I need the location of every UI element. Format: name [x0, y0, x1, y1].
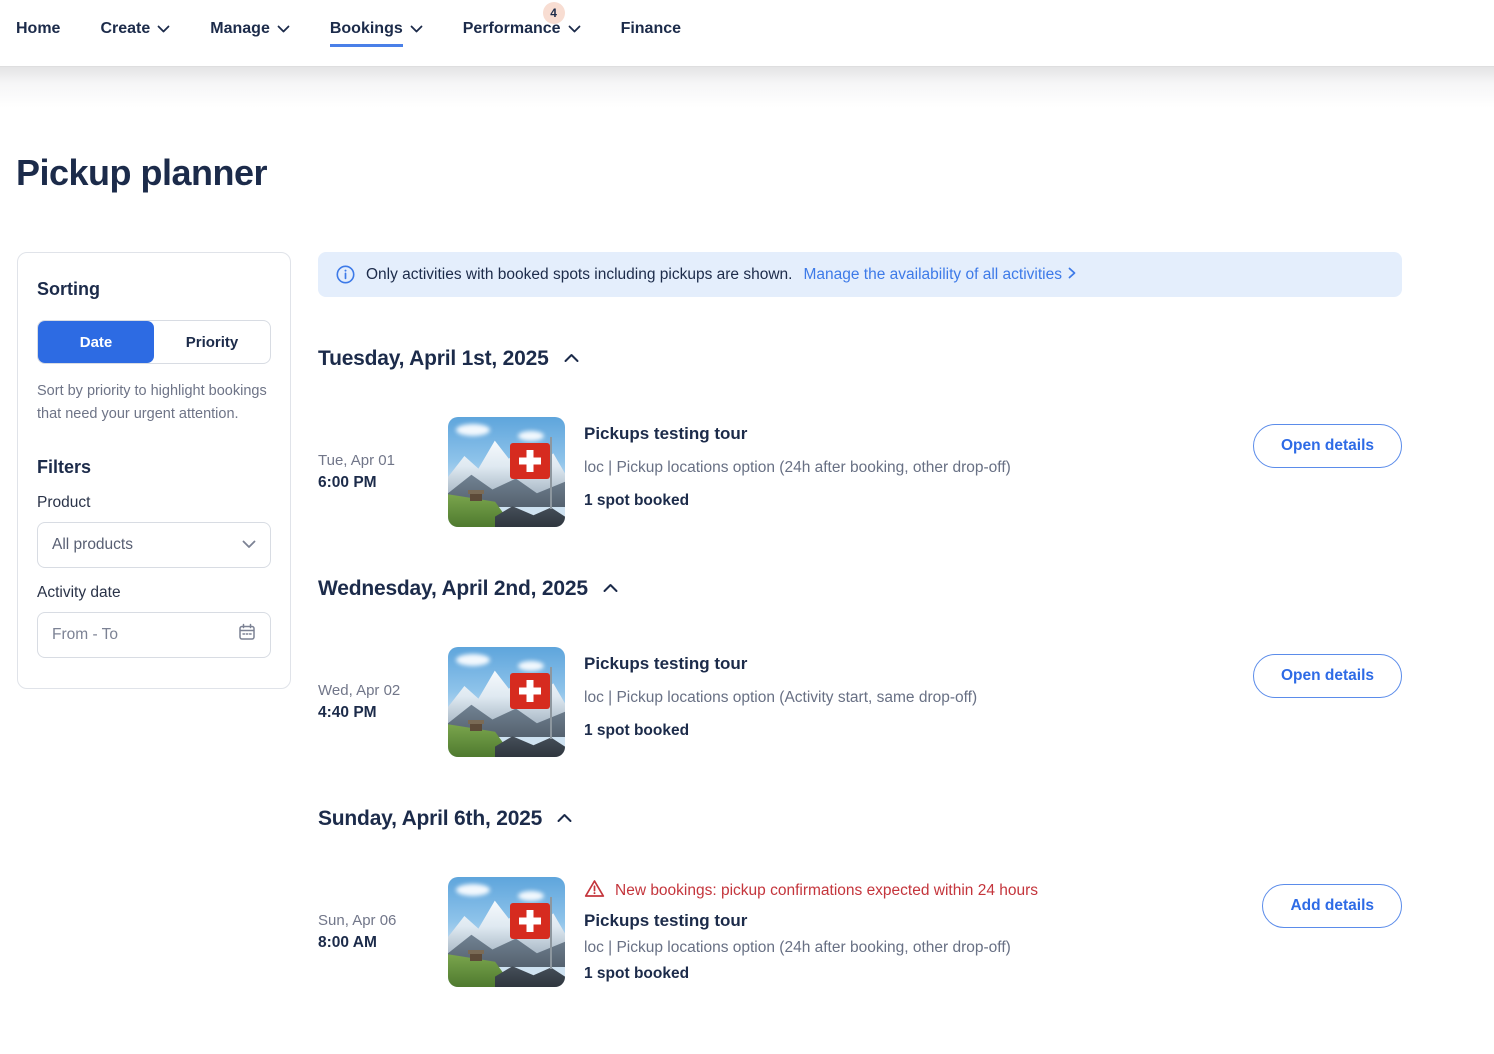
nav-item-create[interactable]: Create — [100, 20, 170, 47]
booking-datetime: Sun, Apr 06 8:00 AM — [318, 912, 448, 952]
product-filter-label: Product — [37, 494, 271, 512]
warning-text: New bookings: pickup confirmations expec… — [615, 882, 1038, 900]
booking-day: Tue, Apr 01 — [318, 452, 448, 469]
sort-by-priority-button[interactable]: Priority — [154, 321, 270, 363]
chevron-down-icon — [277, 24, 290, 42]
top-nav: Home Create Manage Bookings 4 Performanc… — [0, 0, 1494, 66]
product-select[interactable]: All products — [37, 522, 271, 568]
nav-item-label: Finance — [621, 20, 681, 47]
spots-booked: 1 spot booked — [584, 492, 1011, 510]
warning-triangle-icon — [584, 879, 605, 903]
banner-text: Only activities with booked spots includ… — [366, 266, 792, 284]
page-title: Pickup planner — [16, 152, 1494, 194]
section-date-heading: Tuesday, April 1st, 2025 — [318, 347, 549, 371]
activity-thumbnail — [448, 417, 565, 527]
info-icon — [336, 265, 355, 284]
activity-title: Pickups testing tour — [584, 424, 1011, 444]
section-date-heading: Sunday, April 6th, 2025 — [318, 807, 542, 831]
nav-item-manage[interactable]: Manage — [210, 20, 290, 47]
booking-day: Wed, Apr 02 — [318, 682, 448, 699]
info-banner: Only activities with booked spots includ… — [318, 252, 1402, 297]
section-date-heading: Wednesday, April 2nd, 2025 — [318, 577, 588, 601]
chevron-down-icon — [157, 24, 170, 42]
day-section-apr-6: Sunday, April 6th, 2025 Sun, Apr 06 8:00… — [318, 807, 1402, 987]
chevron-up-icon[interactable] — [564, 350, 579, 368]
nav-item-performance[interactable]: 4 Performance — [463, 20, 581, 47]
nav-item-home[interactable]: Home — [16, 20, 60, 47]
swiss-flag — [510, 443, 550, 479]
nav-item-label: Home — [16, 20, 60, 47]
activity-title: Pickups testing tour — [584, 654, 977, 674]
nav-item-label: Create — [100, 20, 150, 47]
day-section-apr-2: Wednesday, April 2nd, 2025 Wed, Apr 02 4… — [318, 577, 1402, 757]
date-range-input[interactable] — [52, 626, 222, 644]
nav-item-bookings[interactable]: Bookings — [330, 20, 423, 47]
pickup-option-description: loc | Pickup locations option (24h after… — [584, 939, 1038, 957]
booking-datetime: Wed, Apr 02 4:40 PM — [318, 682, 448, 722]
pickup-option-description: loc | Pickup locations option (24h after… — [584, 459, 1011, 477]
booking-details: Pickups testing tour loc | Pickup locati… — [584, 417, 1011, 527]
section-header[interactable]: Sunday, April 6th, 2025 — [318, 807, 1402, 831]
booking-datetime: Tue, Apr 01 6:00 PM — [318, 452, 448, 492]
booking-action: Open details — [1253, 647, 1402, 757]
booking-row: Tue, Apr 01 6:00 PM Pickups testing tour… — [318, 417, 1402, 527]
day-section-apr-1: Tuesday, April 1st, 2025 Tue, Apr 01 6:0… — [318, 347, 1402, 527]
chevron-down-icon — [242, 536, 256, 554]
chevron-up-icon[interactable] — [603, 580, 618, 598]
section-header[interactable]: Wednesday, April 2nd, 2025 — [318, 577, 1402, 601]
activity-title: Pickups testing tour — [584, 911, 1038, 931]
booking-action: Open details — [1253, 417, 1402, 527]
section-header[interactable]: Tuesday, April 1st, 2025 — [318, 347, 1402, 371]
date-range-field[interactable] — [37, 612, 271, 658]
open-details-button[interactable]: Open details — [1253, 654, 1402, 698]
booking-day: Sun, Apr 06 — [318, 912, 448, 929]
booking-row: Sun, Apr 06 8:00 AM New bookings: pickup… — [318, 877, 1402, 987]
booking-details: New bookings: pickup confirmations expec… — [584, 877, 1038, 987]
add-details-button[interactable]: Add details — [1262, 884, 1402, 928]
activity-date-label: Activity date — [37, 584, 271, 602]
filters-title: Filters — [37, 457, 271, 478]
filters-sidebar: Sorting Date Priority Sort by priority t… — [17, 252, 291, 689]
chevron-right-icon — [1068, 266, 1076, 284]
nav-item-label: Performance — [463, 20, 561, 47]
booking-details: Pickups testing tour loc | Pickup locati… — [584, 647, 977, 757]
open-details-button[interactable]: Open details — [1253, 424, 1402, 468]
manage-availability-link[interactable]: Manage the availability of all activitie… — [803, 266, 1075, 284]
swiss-flag — [510, 673, 550, 709]
header-shadow-divider — [0, 66, 1494, 108]
booking-time: 4:40 PM — [318, 704, 448, 722]
sorting-title: Sorting — [37, 279, 271, 300]
nav-item-finance[interactable]: Finance — [621, 20, 681, 47]
nav-item-label: Bookings — [330, 20, 403, 47]
booking-row: Wed, Apr 02 4:40 PM Pickups testing tour… — [318, 647, 1402, 757]
notification-badge: 4 — [543, 2, 565, 24]
calendar-icon — [238, 623, 256, 646]
sorting-description: Sort by priority to highlight bookings t… — [37, 380, 271, 427]
pickup-warning: New bookings: pickup confirmations expec… — [584, 879, 1038, 903]
activity-thumbnail — [448, 647, 565, 757]
spots-booked: 1 spot booked — [584, 722, 977, 740]
activity-thumbnail — [448, 877, 565, 987]
product-select-value: All products — [52, 536, 133, 554]
swiss-flag — [510, 903, 550, 939]
pickup-option-description: loc | Pickup locations option (Activity … — [584, 689, 977, 707]
booking-action: Add details — [1262, 877, 1402, 987]
booking-time: 6:00 PM — [318, 474, 448, 492]
spots-booked: 1 spot booked — [584, 965, 1038, 983]
sort-by-date-button[interactable]: Date — [38, 321, 154, 363]
chevron-down-icon — [568, 24, 581, 42]
booking-time: 8:00 AM — [318, 934, 448, 952]
sort-toggle: Date Priority — [37, 320, 271, 364]
nav-item-label: Manage — [210, 20, 270, 47]
chevron-up-icon[interactable] — [557, 810, 572, 828]
pickup-planner-main: Only activities with booked spots includ… — [318, 252, 1402, 987]
chevron-down-icon — [410, 24, 423, 42]
